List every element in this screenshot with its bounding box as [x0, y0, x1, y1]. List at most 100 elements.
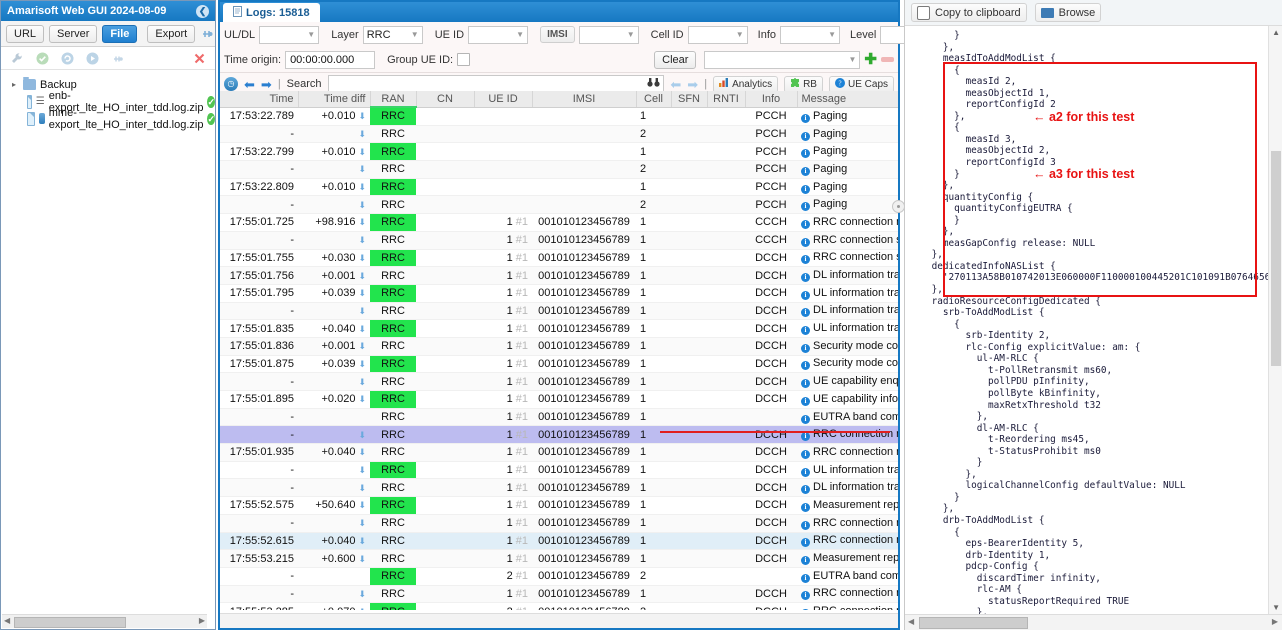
table-row[interactable]: 17:55:01.895 +0.020 ⬇ RRC 1 #1 00101012345678… [220, 390, 898, 409]
table-row[interactable]: 17:53:22.799 +0.010 ⬇ RRC 1 PCCH i Paging [220, 142, 898, 162]
table-row[interactable]: 17:55:52.615 +0.040 ⬇ RRC 1 #1 00101012345678… [220, 532, 898, 551]
clock-icon[interactable]: ◷ [224, 77, 238, 91]
play-circle-icon[interactable] [84, 50, 100, 66]
minus-icon[interactable] [881, 57, 894, 62]
analytics-button[interactable]: Analytics [713, 75, 779, 93]
scroll-thumb[interactable] [14, 617, 126, 628]
wrench-icon[interactable] [9, 50, 25, 66]
table-row[interactable]: - ⬇ RRC 2 PCCH i Paging [220, 160, 898, 179]
table-row[interactable]: - ⬇ RRC 1 #1 001010123456789 1 DCCH i DL informa… [220, 302, 898, 321]
table-row[interactable]: 17:55:01.755 +0.030 ⬇ RRC 1 #1 00101012345678… [220, 249, 898, 268]
binoculars-icon[interactable] [647, 77, 660, 91]
scroll-right-icon[interactable]: ▶ [199, 616, 205, 625]
table-row[interactable]: - ⬇ RRC 1 #1 001010123456789 1 DCCH i RRC connec… [220, 514, 898, 533]
plus-icon[interactable]: ✚ [864, 52, 877, 67]
plug-small-icon[interactable] [109, 50, 125, 66]
ueid-select[interactable]: ▼ [468, 25, 529, 44]
scroll-left-icon[interactable]: ◀ [4, 616, 10, 625]
tab-file[interactable]: File [102, 24, 138, 43]
col-info[interactable]: Info [745, 91, 798, 108]
col-message[interactable]: Message [797, 91, 898, 108]
table-row[interactable]: 17:55:01.756 +0.001 ⬇ RRC 1 #1 00101012345678… [220, 266, 898, 285]
cell-time-diff: ⬇ [298, 585, 370, 604]
info-select[interactable]: ▼ [780, 25, 840, 44]
table-row[interactable]: 17:55:53.215 +0.600 ⬇ RRC 1 #1 00101012345678… [220, 549, 898, 568]
time-origin-input[interactable]: 00:00:00.000 [285, 50, 376, 69]
table-row[interactable]: - ⬇ RRC 1 #1 001010123456789 1 DCCH i DL informa… [220, 478, 898, 498]
table-row[interactable]: - RRC 2 #10010101234567892 iEUTRA band comb… [220, 567, 898, 586]
table-row[interactable]: - ⬇ RRC 1 #1 001010123456789 1 DCCH i RRC connec… [220, 425, 898, 445]
logs-hscrollbar[interactable] [220, 613, 898, 628]
table-row[interactable]: 17:55:01.935 +0.040 ⬇ RRC 1 #1 00101012345678… [220, 443, 898, 462]
delete-x-icon[interactable] [191, 50, 207, 66]
browse-button[interactable]: Browse [1034, 3, 1102, 22]
imsi-button[interactable]: IMSI [540, 26, 575, 43]
tab-logs[interactable]: Logs: 15818 [223, 3, 320, 22]
cell-ue-id: 1 #1 [474, 355, 532, 374]
rb-button[interactable]: RB [784, 75, 823, 93]
export-button[interactable]: Export [147, 24, 196, 43]
table-row[interactable]: 17:55:52.575 +50.640 ⬇ RRC 1 #1 0010101234567… [220, 496, 898, 515]
table-row[interactable]: - ⬇ RRC 2 PCCH i Paging [220, 195, 898, 215]
scroll-thumb[interactable] [1271, 151, 1281, 366]
tree-item-mme-export[interactable]: mme-export_lte_HO_inter_tdd.log.zip ✓ [7, 107, 215, 131]
cellid-select[interactable]: ▼ [687, 25, 748, 44]
chevron-left-icon[interactable]: ❮ [196, 4, 209, 18]
detail-hscrollbar[interactable]: ◀ ▶ [905, 614, 1282, 630]
table-row[interactable]: 17:55:01.835 +0.040 ⬇ RRC 1 #1 00101012345678… [220, 319, 898, 338]
scroll-down-icon[interactable]: ▼ [1272, 603, 1280, 612]
table-row[interactable]: - ⬇ RRC 2 PCCH i Paging [220, 125, 898, 144]
col-imsi[interactable]: IMSI [532, 91, 637, 108]
copy-to-clipboard-button[interactable]: Copy to clipboard [911, 3, 1027, 22]
table-row[interactable]: 17:55:01.795 +0.039 ⬇ RRC 1 #1 00101012345678… [220, 284, 898, 303]
tab-server[interactable]: Server [49, 24, 98, 43]
table-row[interactable]: 17:55:01.836 +0.001 ⬇ RRC 1 #1 00101012345678… [220, 337, 898, 356]
detail-text-container[interactable]: } }, measIdToAddModList { { measId 2, me… [905, 26, 1282, 614]
clear-button[interactable]: Clear [654, 50, 697, 69]
table-row[interactable]: - ⬇ RRC 1 #1 001010123456789 1 DCCH i UL informa… [220, 461, 898, 480]
refresh-icon[interactable] [59, 50, 75, 66]
logs-table-container[interactable]: Time Time diff RAN CN UE ID IMSI Cell SF… [220, 91, 898, 610]
scroll-up-icon[interactable]: ▲ [1272, 28, 1280, 37]
table-row[interactable]: - RRC 1 #10010101234567891 iEUTRA band comb… [220, 408, 898, 427]
table-row[interactable]: 17:55:01.875 +0.039 ⬇ RRC 1 #1 00101012345678… [220, 355, 898, 374]
left-panel-hscrollbar[interactable]: ◀ ▶ [2, 614, 207, 628]
preset-select[interactable]: ▼ [704, 50, 861, 69]
table-row[interactable]: 17:53:22.809 +0.010 ⬇ RRC 1 PCCH i Paging [220, 178, 898, 197]
scroll-thumb[interactable] [919, 617, 1028, 629]
col-ran[interactable]: RAN [370, 91, 417, 108]
col-rnti[interactable]: RNTI [707, 91, 746, 108]
arrow-right-icon[interactable]: ➡ [261, 78, 272, 91]
col-sfn[interactable]: SFN [671, 91, 708, 108]
col-time-diff[interactable]: Time diff [298, 91, 371, 108]
scroll-right-icon[interactable]: ▶ [1272, 617, 1278, 626]
ue-caps-button[interactable]: ? UE Caps [828, 75, 894, 93]
col-cn[interactable]: CN [416, 91, 475, 108]
tab-url[interactable]: URL [6, 24, 45, 43]
cell-sfn [671, 478, 707, 498]
table-row[interactable]: - ⬇ RRC 1 #1 001010123456789 1 CCCH i RRC connec… [220, 231, 898, 250]
cell-time: 17:55:01.795 [220, 284, 298, 303]
plug-icon[interactable] [200, 26, 213, 42]
imsi-select[interactable]: ▼ [578, 25, 639, 44]
group-ueid-checkbox[interactable] [457, 53, 471, 66]
arrow-left-icon[interactable]: ⬅ [244, 78, 255, 91]
col-ue-id[interactable]: UE ID [474, 91, 533, 108]
table-row[interactable]: 17:55:01.725 +98.916 ⬇ RRC 1 #1 0010101234567… [220, 213, 898, 232]
col-time[interactable]: Time [220, 91, 299, 108]
table-row[interactable]: 17:53:22.789 +0.010 ⬇ RRC 1 PCCH i Paging [220, 107, 898, 126]
cell-ue-id: 1 #1 [474, 249, 532, 268]
scroll-left-icon[interactable]: ◀ [908, 617, 914, 626]
layer-select[interactable]: RRC ▼ [362, 25, 423, 44]
search-next-icon[interactable]: ➡ [687, 78, 698, 91]
table-row[interactable]: 17:55:53.285+0.070⬇RRC2 #100101012345678… [220, 602, 898, 610]
detail-vscrollbar[interactable]: ▲ ▼ [1268, 26, 1282, 614]
cell-time-diff: ⬇ [298, 160, 370, 179]
uldl-select[interactable]: ▼ [259, 25, 320, 44]
search-prev-icon[interactable]: ⬅ [670, 78, 681, 91]
table-row[interactable]: - ⬇ RRC 1 #1 001010123456789 1 DCCH i RRC connec… [220, 585, 898, 604]
table-row[interactable]: - ⬇ RRC 1 #1 001010123456789 1 DCCH i UE capabil… [220, 372, 898, 391]
col-cell[interactable]: Cell [636, 91, 672, 108]
check-circle-icon[interactable] [34, 50, 50, 66]
twisty-icon[interactable]: ▸ [9, 80, 19, 89]
